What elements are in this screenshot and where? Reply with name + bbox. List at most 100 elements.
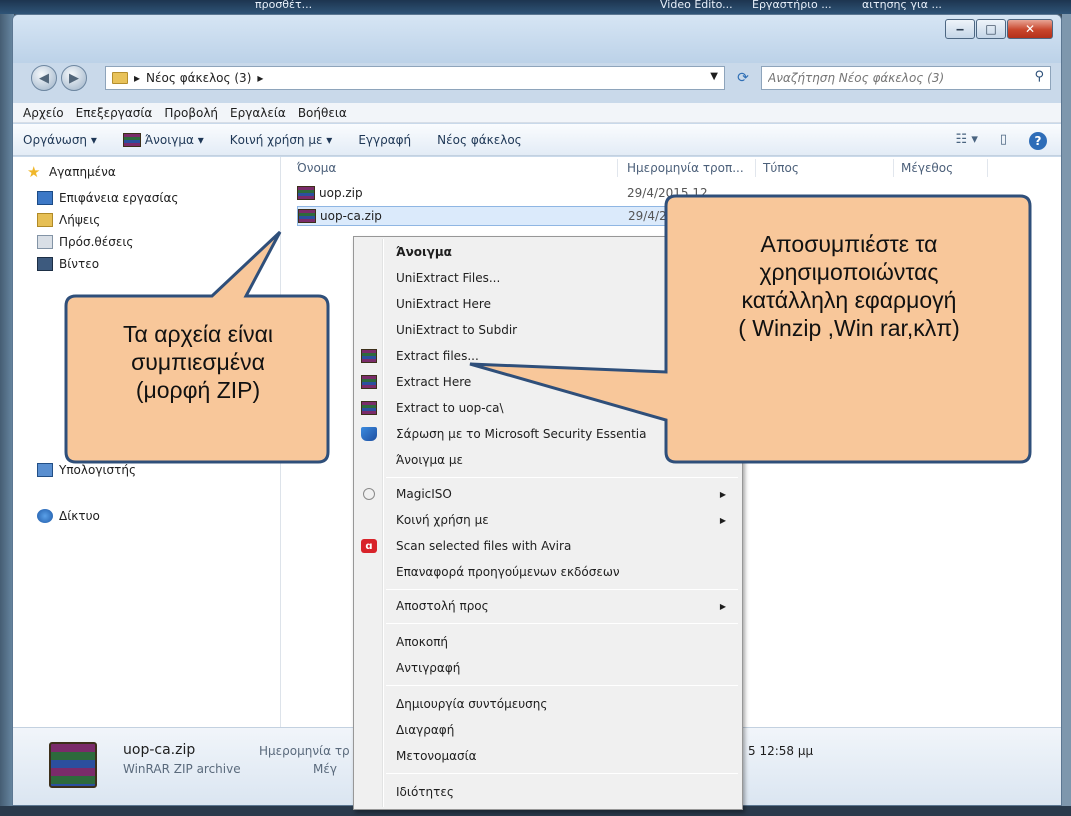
zip-file-icon	[298, 209, 316, 223]
sidebar-item-network[interactable]: Δίκτυο	[37, 509, 100, 523]
file-row[interactable]: uop.zip 29/4/2015 12	[297, 183, 937, 203]
menu-tools[interactable]: Εργαλεία	[230, 106, 286, 120]
sidebar-item-computer[interactable]: Υπολογιστής	[37, 463, 136, 477]
breadcrumb-separator[interactable]: ▸	[257, 71, 263, 85]
menu-item-open[interactable]: Άνοιγμα	[396, 241, 452, 263]
file-name: uop.zip	[319, 186, 363, 200]
column-name[interactable]: Όνομα	[297, 161, 336, 175]
column-type[interactable]: Τύπος	[763, 161, 799, 175]
column-divider[interactable]	[987, 159, 988, 177]
network-icon	[37, 509, 53, 523]
menu-help[interactable]: Βοήθεια	[298, 106, 347, 120]
taskbar-item[interactable]: Video Edito...	[660, 0, 733, 11]
right-callout-text: Αποσυμπιέστε τα χρησιμοποιώντας κατάλληλ…	[672, 230, 1026, 342]
recent-places-icon	[37, 235, 53, 249]
share-button[interactable]: Κοινή χρήση με ▾	[230, 133, 333, 147]
column-headers: Όνομα Ημερομηνία τροπ... Τύπος Μέγεθος	[297, 157, 1057, 179]
menu-item-scan-avira[interactable]: Scan selected files with Avira	[396, 535, 571, 557]
column-size[interactable]: Μέγεθος	[901, 161, 953, 175]
help-icon[interactable]: ?	[1029, 132, 1047, 150]
column-divider[interactable]	[755, 159, 756, 177]
search-box[interactable]: ⚲	[761, 66, 1051, 90]
menu-edit[interactable]: Επεξεργασία	[76, 106, 153, 120]
burn-button[interactable]: Εγγραφή	[358, 133, 411, 147]
menu-item-open-with[interactable]: Άνοιγμα με	[396, 449, 463, 471]
taskbar-item[interactable]: Εργαστήριο ...	[752, 0, 832, 11]
menu-item-restore-versions[interactable]: Επαναφορά προηγούμενων εκδόσεων	[396, 561, 620, 583]
menu-item-properties[interactable]: Ιδιότητες	[396, 781, 454, 803]
menu-item-uniextract-here[interactable]: UniExtract Here	[396, 293, 491, 315]
preview-pane-icon[interactable]: ▯	[1000, 132, 1007, 150]
address-bar[interactable]: ▸ Νέος φάκελος (3) ▸ ▼	[105, 66, 725, 90]
forward-arrow-icon: ▶	[69, 70, 79, 86]
menu-separator	[386, 477, 738, 478]
breadcrumb-separator[interactable]: ▸	[134, 71, 140, 85]
folder-icon	[112, 72, 128, 84]
menu-separator	[386, 623, 738, 624]
details-filetype: WinRAR ZIP archive	[123, 762, 241, 776]
menu-view[interactable]: Προβολή	[164, 106, 218, 120]
forward-button[interactable]: ▶	[61, 65, 87, 91]
menu-item-rename[interactable]: Μετονομασία	[396, 745, 477, 767]
callout-line: (μορφή ZIP)	[135, 377, 261, 403]
file-row-selected[interactable]: uop-ca.zip 29/4/20	[297, 206, 937, 226]
callout-line: ( Winzip ,Win rar,κλπ)	[738, 315, 960, 341]
chevron-down-icon[interactable]: ▼	[710, 71, 718, 82]
column-divider[interactable]	[617, 159, 618, 177]
menu-item-uniextract-files[interactable]: UniExtract Files...	[396, 267, 500, 289]
menu-item-share-with[interactable]: Κοινή χρήση με ▶	[396, 509, 736, 531]
back-button[interactable]: ◀	[31, 65, 57, 91]
close-button[interactable]: ✕	[1007, 19, 1053, 39]
downloads-icon	[37, 213, 53, 227]
taskbar-item[interactable]: αιτησης για ...	[862, 0, 942, 11]
sidebar-item-downloads[interactable]: Λήψεις	[37, 213, 100, 227]
file-date: 29/4/20	[628, 209, 675, 223]
menu-item-delete[interactable]: Διαγραφή	[396, 719, 454, 741]
sidebar-item-label: Επιφάνεια εργασίας	[59, 191, 179, 205]
window-controls: ‒ □ ✕	[944, 19, 1053, 39]
sidebar-item-label: Πρόσ.θέσεις	[59, 235, 134, 249]
new-folder-button[interactable]: Νέος φάκελος	[437, 133, 522, 147]
menu-item-copy[interactable]: Αντιγραφή	[396, 657, 460, 679]
sidebar-item-recent[interactable]: Πρόσ.θέσεις	[37, 235, 133, 249]
refresh-button[interactable]: ⟳	[729, 66, 757, 90]
column-divider[interactable]	[893, 159, 894, 177]
submenu-arrow-icon: ▶	[719, 515, 726, 525]
search-input[interactable]	[768, 71, 1018, 85]
minimize-button[interactable]: ‒	[945, 19, 975, 39]
menu-item-create-shortcut[interactable]: Δημιουργία συντόμευσης	[396, 693, 547, 715]
column-date[interactable]: Ημερομηνία τροπ...	[627, 161, 744, 175]
magiciso-icon	[363, 488, 375, 500]
search-icon[interactable]: ⚲	[1034, 69, 1044, 84]
menu-file[interactable]: Αρχείο	[23, 106, 64, 120]
sidebar-item-favorites[interactable]: ★ Αγαπημένα	[27, 165, 116, 180]
menu-item-magiciso[interactable]: MagicISO ▶	[396, 483, 736, 505]
details-filename: uop-ca.zip	[123, 742, 196, 758]
taskbar-top: προσθέτ... Video Edito... Εργαστήριο ...…	[0, 0, 1071, 14]
menu-item-uniextract-subdir[interactable]: UniExtract to Subdir	[396, 319, 517, 341]
menu-item-extract-files[interactable]: Extract files...	[396, 345, 479, 367]
callout-line: Τα αρχεία είναι	[123, 321, 273, 347]
menu-item-extract-to[interactable]: Extract to uop-ca\	[396, 397, 504, 419]
details-date-value: 5 12:58 μμ	[748, 744, 814, 758]
maximize-button[interactable]: □	[976, 19, 1006, 39]
security-essentials-icon	[361, 427, 377, 441]
open-button[interactable]: Άνοιγμα ▾	[122, 132, 204, 147]
menu-item-cut[interactable]: Αποκοπή	[396, 631, 448, 653]
sidebar-item-videos[interactable]: Βίντεο	[37, 257, 99, 271]
organize-button[interactable]: Οργάνωση ▾	[23, 133, 97, 147]
menu-item-send-to[interactable]: Αποστολή προς ▶	[396, 595, 736, 617]
file-date: 29/4/2015 12	[627, 186, 708, 200]
command-bar: Οργάνωση ▾ Άνοιγμα ▾ Κοινή χρήση με ▾ Εγ…	[13, 124, 1061, 156]
sidebar-item-label: Δίκτυο	[59, 509, 100, 523]
left-callout-text: Τα αρχεία είναι συμπιεσμένα (μορφή ZIP)	[68, 320, 328, 404]
taskbar-item[interactable]: προσθέτ...	[255, 0, 312, 11]
menu-item-scan-mse[interactable]: Σάρωση με το Microsoft Security Essentia	[396, 423, 646, 445]
minimize-icon: ‒	[955, 22, 965, 36]
view-options-icon[interactable]: ☷ ▾	[956, 132, 978, 150]
menu-item-extract-here[interactable]: Extract Here	[396, 371, 471, 393]
breadcrumb-current[interactable]: Νέος φάκελος (3)	[146, 71, 251, 85]
sidebar-item-desktop[interactable]: Επιφάνεια εργασίας	[37, 191, 178, 205]
sidebar-item-label: Υπολογιστής	[59, 463, 136, 477]
menu-separator	[386, 685, 738, 686]
